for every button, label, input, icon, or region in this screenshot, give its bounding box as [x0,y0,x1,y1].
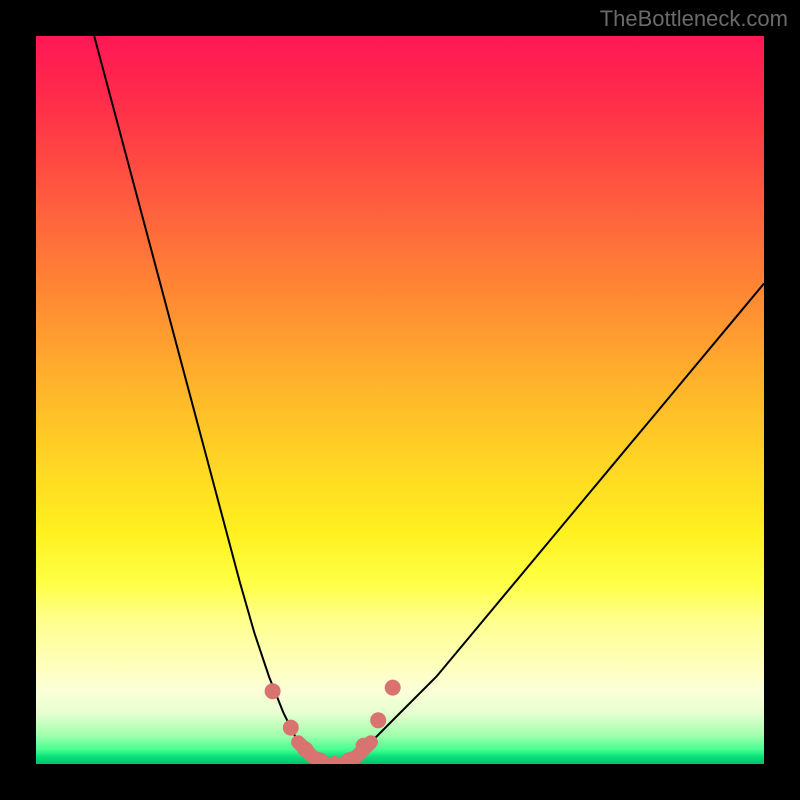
highlight-marker [370,712,386,728]
highlight-markers [265,680,401,764]
highlight-marker [283,720,299,736]
chart-plot-area [36,36,764,764]
highlight-marker [265,683,281,699]
highlight-marker [385,680,401,696]
chart-svg [36,36,764,764]
highlight-marker [297,741,313,757]
highlight-marker [356,738,372,754]
bottleneck-curve [94,36,764,764]
attribution-text: TheBottleneck.com [600,6,788,32]
